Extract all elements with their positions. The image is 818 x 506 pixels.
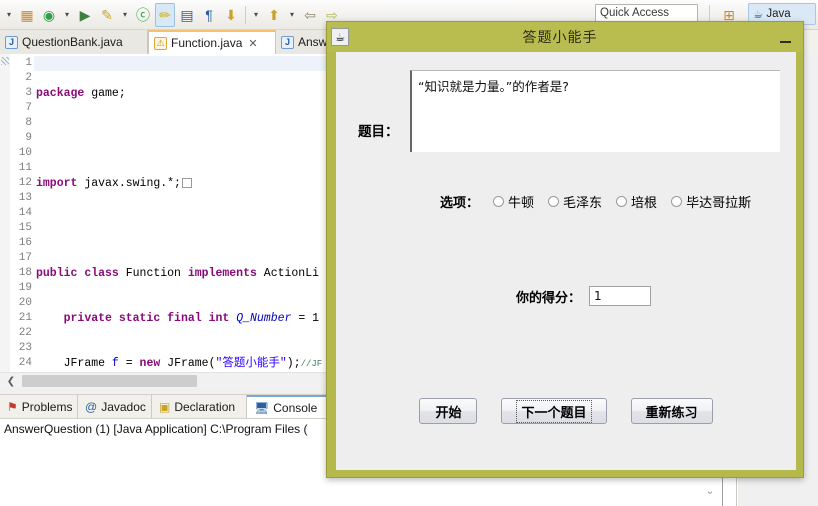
- editor-tab-label: QuestionBank.java: [22, 35, 123, 49]
- previous-annotation-icon[interactable]: ⬆: [264, 3, 284, 27]
- dialog-content-panel: 题目： “知识就是力量。”的作者是? 选项： 牛顿 毛泽东 培根 毕达哥拉斯 你…: [336, 52, 796, 470]
- editor-tab-function[interactable]: ⚠ Function.java ✕: [148, 30, 276, 54]
- dialog-title-bar[interactable]: ☕ 答题小能手: [327, 22, 803, 52]
- minimize-button[interactable]: [771, 26, 799, 48]
- next-question-button-label: 下一个题目: [516, 399, 592, 423]
- option-label: 毛泽东: [563, 195, 603, 211]
- radio-button-icon[interactable]: [616, 195, 628, 207]
- option-label: 牛顿: [508, 195, 535, 211]
- quiz-dialog-window: ☕ 答题小能手 题目： “知识就是力量。”的作者是? 选项： 牛顿 毛泽东 培根…: [326, 21, 804, 478]
- options-label: 选项：: [440, 195, 480, 211]
- debug-icon[interactable]: ◉: [39, 3, 59, 27]
- option-radio-2[interactable]: 毛泽东: [548, 192, 602, 211]
- dialog-title: 答题小能手: [522, 30, 598, 46]
- start-button-label: 开始: [435, 405, 462, 421]
- java-app-icon: ☕: [331, 28, 349, 46]
- java-file-icon: J: [281, 35, 294, 49]
- external-tools-icon[interactable]: ✎: [97, 3, 117, 27]
- bottom-tab-problems[interactable]: ⚑ Problems: [0, 395, 78, 419]
- radio-button-icon[interactable]: [671, 195, 683, 207]
- java-file-warning-icon: ⚠: [154, 36, 167, 50]
- restart-button-label: 重新练习: [645, 405, 698, 421]
- java-perspective-icon: ☕: [753, 9, 764, 21]
- scrollbar-thumb[interactable]: [22, 375, 197, 387]
- editor-tab-label: Answ: [298, 35, 328, 49]
- radio-button-icon[interactable]: [548, 195, 560, 207]
- new-java-package-icon[interactable]: ▦: [17, 3, 37, 27]
- bottom-tab-label: Console: [273, 401, 318, 415]
- option-label: 培根: [631, 195, 658, 211]
- scroll-down-arrow-icon[interactable]: ⌄: [700, 480, 720, 500]
- scroll-left-arrow-icon[interactable]: ❮: [0, 376, 22, 387]
- score-input[interactable]: 1: [589, 286, 652, 306]
- option-radio-1[interactable]: 牛顿: [493, 192, 534, 211]
- bottom-tab-label: Problems: [21, 400, 73, 414]
- next-annotation-dropdown-icon[interactable]: ▾: [250, 3, 262, 27]
- new-java-class-icon[interactable]: ⓒ: [133, 3, 153, 27]
- open-task-icon[interactable]: ▤: [177, 3, 197, 27]
- run-icon[interactable]: ▶: [75, 3, 95, 27]
- toggle-markup-icon[interactable]: ✏: [155, 2, 175, 27]
- debug-dropdown-icon[interactable]: ▾: [61, 3, 73, 27]
- start-button[interactable]: 开始: [419, 398, 478, 424]
- bottom-tab-label: Javadoc: [101, 400, 146, 414]
- warning-icon: ⚑: [7, 400, 18, 414]
- bottom-tab-label: Declaration: [174, 400, 236, 414]
- bottom-tab-declaration[interactable]: ▣ Declaration: [152, 395, 247, 419]
- next-question-button[interactable]: 下一个题目: [501, 398, 607, 424]
- back-icon[interactable]: ⇦: [300, 3, 320, 27]
- option-radio-3[interactable]: 培根: [616, 192, 657, 211]
- previous-annotation-dropdown-icon[interactable]: ▾: [286, 3, 298, 27]
- bottom-tab-console[interactable]: 🖥 Console: [247, 395, 332, 419]
- toolbar-separator: [245, 5, 246, 24]
- question-label: 题目：: [358, 124, 399, 140]
- options-row: 选项： 牛顿 毛泽东 培根 毕达哥拉斯: [440, 190, 790, 212]
- editor-tab-questionbank[interactable]: J QuestionBank.java: [0, 30, 148, 54]
- option-radio-4[interactable]: 毕达哥拉斯: [671, 192, 751, 211]
- pilcrow-icon[interactable]: ¶: [199, 3, 219, 27]
- dialog-button-row: 开始 下一个题目 重新练习: [336, 398, 796, 424]
- console-icon: 🖥: [254, 401, 270, 415]
- declaration-icon: ▣: [159, 400, 171, 414]
- bottom-tab-javadoc[interactable]: @ Javadoc: [78, 395, 152, 419]
- option-label: 毕达哥拉斯: [686, 195, 752, 211]
- ruler-annotation-marker: [1, 57, 9, 65]
- question-textarea[interactable]: “知识就是力量。”的作者是?: [410, 70, 780, 152]
- java-file-icon: J: [5, 35, 18, 49]
- dropdown-arrow-icon[interactable]: ▾: [3, 3, 15, 27]
- radio-button-icon[interactable]: [493, 195, 505, 207]
- score-row: 你的得分： 1: [516, 286, 652, 306]
- at-icon: @: [85, 400, 98, 414]
- restart-button[interactable]: 重新练习: [630, 398, 713, 424]
- editor-tab-label: Function.java: [171, 36, 243, 50]
- close-icon[interactable]: ✕: [248, 37, 257, 50]
- editor-line-numbers: 1 2 3 7 8 9 10 11 12 13 14 15 16 17 18 1…: [10, 54, 34, 372]
- score-label: 你的得分：: [516, 290, 582, 306]
- external-tools-dropdown-icon[interactable]: ▾: [119, 3, 131, 27]
- fold-marker-icon[interactable]: [181, 177, 192, 188]
- next-annotation-icon[interactable]: ⬇: [221, 3, 241, 27]
- perspective-label: Java: [766, 8, 791, 20]
